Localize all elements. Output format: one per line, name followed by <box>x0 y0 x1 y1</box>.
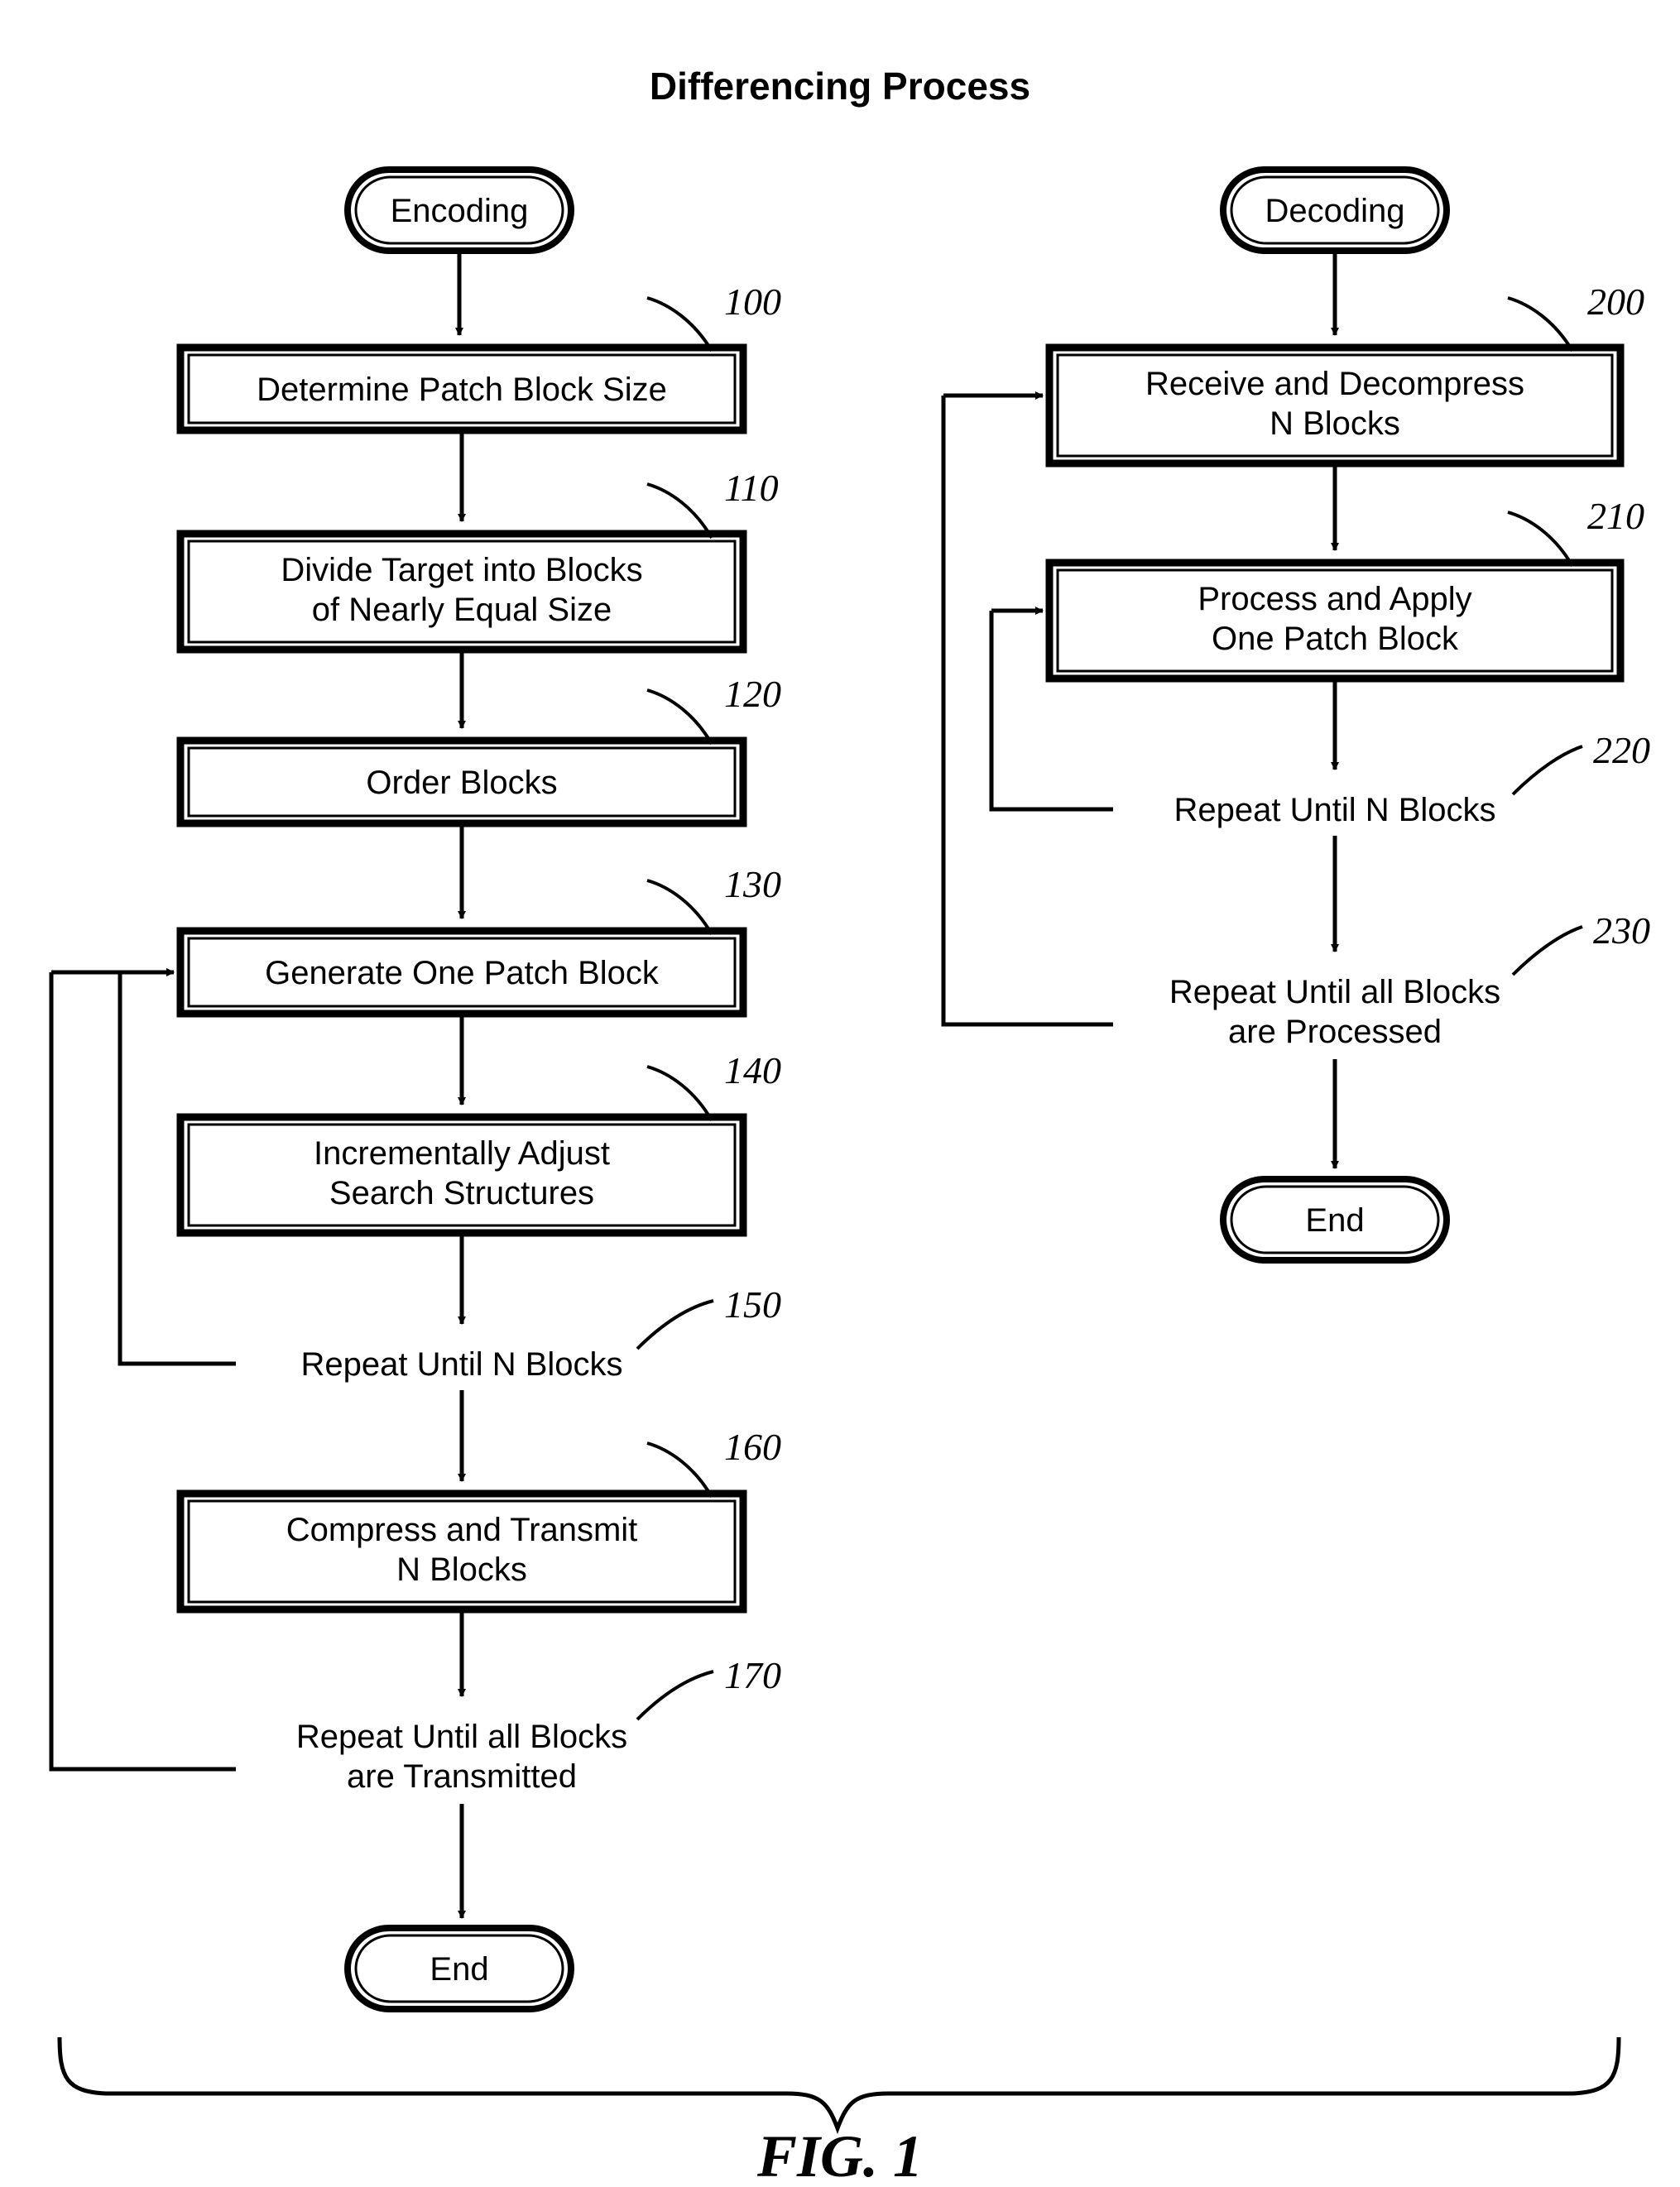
loop-label-220-line1: Repeat Until N Blocks <box>1174 792 1495 828</box>
step-box-200: Receive and Decompress N Blocks <box>1045 343 1625 468</box>
leader-line-150 <box>636 1299 714 1350</box>
step-box-210-line1: Process and Apply <box>1198 581 1471 617</box>
leader-line-110 <box>646 482 713 539</box>
figure-caption: FIG. 1 <box>756 2123 923 2187</box>
step-box-210: Process and Apply One Patch Block <box>1045 559 1625 683</box>
patent-figure-page: Differencing Process Encoding Determine … <box>0 0 1680 2187</box>
step-box-110: Divide Target into Blocks of Nearly Equa… <box>176 530 747 654</box>
loop-label-230-line2: are Processed <box>1228 1014 1442 1050</box>
ref-number-120: 120 <box>724 673 781 715</box>
feedback-loop-outer-encoding <box>49 972 236 1772</box>
loop-label-170-line2: are Transmitted <box>347 1758 577 1795</box>
step-box-130-line1: Generate One Patch Block <box>265 955 660 991</box>
loop-label-150-line1: Repeat Until N Blocks <box>300 1346 622 1383</box>
step-box-200-line2: N Blocks <box>1270 405 1400 442</box>
figure-brace <box>57 2036 1621 2135</box>
leader-line-200 <box>1507 296 1574 353</box>
terminal-decoding: Decoding <box>1220 166 1450 254</box>
leader-line-130 <box>646 879 713 935</box>
leader-line-230 <box>1511 925 1583 976</box>
step-box-160: Compress and Transmit N Blocks <box>176 1489 747 1614</box>
ref-number-200: 200 <box>1587 281 1644 323</box>
leader-line-220 <box>1511 745 1583 796</box>
ref-number-230: 230 <box>1593 909 1650 952</box>
feedback-loop-outer-decoding <box>941 396 1113 1027</box>
ref-number-210: 210 <box>1587 495 1644 537</box>
loop-label-220: Repeat Until N Blocks <box>1174 792 1495 828</box>
step-box-110-line2: of Nearly Equal Size <box>312 592 612 628</box>
leader-line-120 <box>646 688 713 745</box>
step-box-130: Generate One Patch Block <box>176 927 747 1018</box>
step-box-160-line1: Compress and Transmit <box>286 1512 638 1548</box>
ref-number-110: 110 <box>724 467 779 509</box>
terminal-encoding-end: End <box>344 1925 574 2012</box>
terminal-decoding-end: End <box>1220 1176 1450 1264</box>
leader-line-170 <box>636 1670 714 1721</box>
loop-label-230-line1: Repeat Until all Blocks <box>1169 974 1500 1010</box>
terminal-decoding-end-label: End <box>1305 1202 1364 1239</box>
ref-number-220: 220 <box>1593 729 1650 771</box>
step-box-110-line1: Divide Target into Blocks <box>281 552 642 588</box>
step-box-140: Incrementally Adjust Search Structures <box>176 1113 747 1237</box>
leader-line-210 <box>1507 511 1574 567</box>
leader-line-160 <box>646 1441 713 1498</box>
figure-title: Differencing Process <box>650 65 1030 108</box>
step-box-140-line2: Search Structures <box>329 1175 594 1211</box>
loop-label-150: Repeat Until N Blocks <box>300 1346 622 1383</box>
step-box-120-line1: Order Blocks <box>366 765 557 801</box>
ref-number-160: 160 <box>724 1426 781 1468</box>
ref-number-170: 170 <box>724 1654 781 1696</box>
ref-number-140: 140 <box>724 1049 781 1091</box>
step-box-200-line1: Receive and Decompress <box>1145 366 1524 402</box>
loop-label-170-line1: Repeat Until all Blocks <box>296 1719 627 1755</box>
loop-label-170: Repeat Until all Blocks are Transmitted <box>296 1719 627 1795</box>
step-box-140-line1: Incrementally Adjust <box>314 1135 610 1172</box>
terminal-encoding-end-label: End <box>430 1951 488 1988</box>
ref-number-150: 150 <box>724 1283 781 1326</box>
step-box-100: Determine Patch Block Size <box>176 343 747 434</box>
leader-line-140 <box>646 1065 713 1121</box>
terminal-decoding-label: Decoding <box>1265 193 1404 229</box>
terminal-encoding: Encoding <box>344 166 574 254</box>
ref-number-130: 130 <box>724 863 781 905</box>
step-box-160-line2: N Blocks <box>396 1552 527 1588</box>
loop-label-230: Repeat Until all Blocks are Processed <box>1169 974 1500 1050</box>
leader-line-100 <box>646 296 713 353</box>
step-box-100-line1: Determine Patch Block Size <box>257 372 667 408</box>
ref-number-100: 100 <box>724 281 781 323</box>
terminal-encoding-label: Encoding <box>391 193 529 229</box>
step-box-120: Order Blocks <box>176 736 747 827</box>
differencing-process-flowchart: Differencing Process Encoding Determine … <box>49 65 1650 2187</box>
step-box-210-line2: One Patch Block <box>1212 621 1459 657</box>
